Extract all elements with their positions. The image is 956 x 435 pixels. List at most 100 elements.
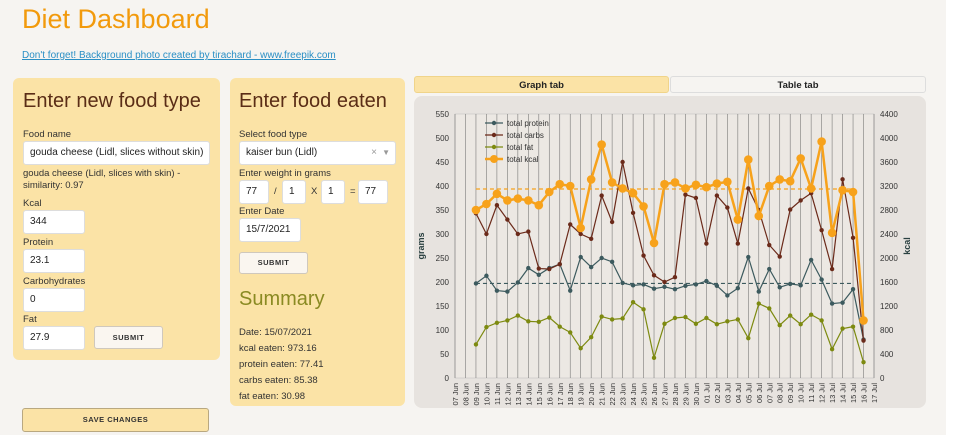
- nutrition-chart-panel: 0 50 100 150 200 250 300 350 400 450 500 550 0 400 800…: [414, 96, 926, 408]
- data-point: [641, 253, 646, 258]
- y-tick-label: 50: [440, 350, 449, 359]
- data-point: [798, 283, 803, 288]
- food-eaten-submit-button[interactable]: SUBMIT: [239, 252, 308, 274]
- y-tick-label: 0: [445, 374, 450, 383]
- x-tick-label: 10 Jul: [797, 383, 806, 403]
- data-point: [586, 175, 596, 184]
- data-point: [704, 315, 709, 321]
- data-point: [704, 278, 709, 284]
- data-point: [494, 320, 500, 325]
- fat-input[interactable]: 27.9: [23, 326, 85, 350]
- weight-input-b[interactable]: 1: [282, 180, 306, 204]
- data-point: [515, 280, 521, 285]
- y-tick-label: 500: [436, 134, 450, 143]
- data-point: [735, 241, 741, 246]
- data-point: [777, 285, 782, 290]
- legend-marker: [491, 144, 497, 150]
- data-point: [788, 207, 793, 212]
- data-point: [827, 228, 837, 238]
- x-tick-label: 03 Jul: [723, 383, 732, 403]
- save-changes-button[interactable]: SAVE CHANGES: [22, 408, 209, 432]
- data-point: [599, 314, 604, 319]
- x-tick-label: 13 Jul: [828, 383, 837, 403]
- food-name-input[interactable]: gouda cheese (Lidl, slices without skin): [23, 141, 210, 165]
- data-point: [607, 178, 617, 187]
- x-tick-label: 26 Jun: [650, 383, 659, 406]
- chevron-down-icon[interactable]: ▼: [382, 142, 390, 164]
- data-point: [735, 317, 741, 322]
- data-point: [505, 289, 510, 294]
- data-point: [471, 205, 481, 215]
- kcal-input[interactable]: 344: [23, 210, 85, 234]
- y-axis-label: grams: [416, 232, 426, 259]
- dashboard-page: Diet Dashboard Don't forget! Background …: [0, 0, 946, 435]
- x-tick-label: 11 Jun: [493, 383, 502, 405]
- carbs-label: Carbohydrates: [23, 276, 86, 287]
- equals-sign: =: [350, 186, 356, 197]
- data-point: [649, 238, 659, 248]
- data-point: [505, 318, 510, 323]
- x-tick-label: 09 Jul: [786, 383, 795, 403]
- data-point: [630, 299, 636, 305]
- data-point: [840, 326, 845, 331]
- data-point: [484, 273, 489, 278]
- food-eaten-panel: Enter food eaten Select food type kaiser…: [230, 78, 405, 406]
- tab-table[interactable]: Table tab: [670, 76, 926, 93]
- new-food-panel: Enter new food type Food name gouda chee…: [13, 78, 220, 360]
- legend-marker: [490, 155, 498, 163]
- data-point: [714, 322, 720, 327]
- data-point: [819, 318, 824, 323]
- food-eaten-heading: Enter food eaten: [239, 90, 387, 112]
- summary-heading: Summary: [239, 288, 325, 310]
- weight-input-a[interactable]: 77: [239, 180, 269, 204]
- data-point: [568, 288, 573, 293]
- x-tick-label: 25 Jun: [640, 383, 649, 406]
- food-type-select[interactable]: kaiser bun (Lidl) × ▼: [239, 141, 396, 165]
- x-tick-label: 30 Jun: [692, 383, 701, 406]
- tab-graph[interactable]: Graph tab: [414, 76, 669, 93]
- weight-input-c[interactable]: 1: [321, 180, 345, 204]
- food-name-label: Food name: [23, 129, 72, 140]
- data-point: [767, 266, 772, 272]
- new-food-submit-button[interactable]: SUBMIT: [94, 326, 163, 349]
- data-point: [746, 254, 751, 260]
- data-point: [651, 286, 657, 291]
- x-tick-label: 13 Jun: [514, 383, 523, 406]
- data-point: [808, 312, 814, 317]
- data-point: [609, 219, 615, 225]
- data-point: [704, 241, 709, 246]
- y2-tick-label: 2800: [880, 206, 898, 215]
- legend-marker: [491, 132, 497, 138]
- divide-sign: /: [274, 186, 277, 197]
- date-input[interactable]: 15/7/2021: [239, 218, 301, 242]
- x-tick-label: 15 Jun: [535, 383, 544, 406]
- data-point: [754, 211, 764, 221]
- nutrition-chart: 0 50 100 150 200 250 300 350 400 450 500 550 0 400 800…: [416, 110, 912, 406]
- clear-icon[interactable]: ×: [371, 142, 377, 164]
- data-point: [735, 286, 741, 291]
- protein-input[interactable]: 23.1: [23, 249, 85, 273]
- x-tick-label: 18 Jun: [566, 383, 575, 406]
- select-food-label: Select food type: [239, 129, 308, 140]
- date-label: Enter Date: [239, 206, 285, 217]
- x-tick-label: 16 Jul: [860, 383, 869, 403]
- data-point: [473, 342, 479, 347]
- data-point: [536, 272, 541, 277]
- carbs-input[interactable]: 0: [23, 288, 85, 312]
- data-point: [775, 175, 785, 184]
- data-point: [578, 346, 583, 351]
- summary-date: Date: 15/07/2021: [239, 327, 312, 338]
- x-tick-label: 23 Jun: [619, 383, 628, 406]
- x-tick-label: 24 Jun: [629, 383, 638, 406]
- page-title: Diet Dashboard: [22, 4, 210, 34]
- x-tick-label: 08 Jul: [776, 383, 785, 403]
- data-point: [829, 301, 835, 306]
- y2-tick-label: 400: [880, 350, 894, 359]
- data-point: [662, 284, 667, 289]
- y-tick-label: 200: [436, 278, 450, 287]
- data-point: [544, 187, 554, 197]
- data-point: [609, 259, 615, 265]
- data-point: [568, 330, 573, 335]
- photo-credit-link[interactable]: Don't forget! Background photo created b…: [22, 50, 336, 61]
- data-point: [494, 288, 500, 293]
